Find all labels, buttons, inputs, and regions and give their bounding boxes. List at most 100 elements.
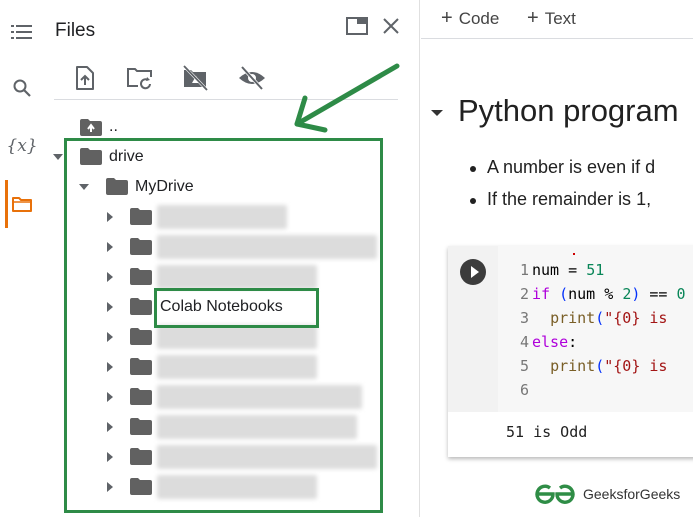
- tree-row-folder[interactable]: [44, 322, 379, 352]
- caret-down-icon[interactable]: [52, 151, 64, 163]
- line-number: 6: [519, 381, 529, 399]
- section-collapse-caret-icon[interactable]: [431, 110, 443, 116]
- upload-file-icon: [76, 66, 94, 90]
- files-toolbar: [54, 58, 398, 100]
- tree-label-folder: Colab Notebooks: [160, 298, 283, 315]
- files-button[interactable]: [0, 180, 44, 228]
- caret-right-icon[interactable]: [104, 391, 116, 403]
- geeksforgeeks-logo-icon: [535, 484, 575, 504]
- code-line: 5 print("{0} is: [498, 354, 668, 378]
- cell-gutter: [448, 246, 498, 412]
- code-token: 51: [586, 261, 605, 279]
- upload-file-button[interactable]: [69, 62, 101, 94]
- notebook-area: + Code + Text Python program A number is e…: [421, 0, 693, 517]
- plus-icon: +: [441, 7, 453, 29]
- watermark-text: GeeksforGeeks: [583, 486, 681, 502]
- add-text-button[interactable]: + Text: [527, 7, 576, 30]
- watermark: GeeksforGeeks: [534, 484, 680, 504]
- caret-right-icon[interactable]: [104, 421, 116, 433]
- tree-row-folder[interactable]: [44, 472, 379, 502]
- caret-right-icon[interactable]: [104, 361, 116, 373]
- tree-row-mydrive[interactable]: MyDrive: [44, 172, 379, 202]
- toggle-hidden-files-button[interactable]: [236, 62, 268, 94]
- code-editor[interactable]: 1 num = 51 2 if (num % 2) == 03 print("{0} …: [498, 246, 693, 412]
- folder-icon: [130, 298, 152, 315]
- code-token: (: [595, 309, 605, 327]
- tree-row-drive[interactable]: drive: [44, 142, 379, 172]
- list-icon: [11, 25, 32, 39]
- caret-right-icon[interactable]: [104, 211, 116, 223]
- section-heading: Python program: [458, 93, 679, 128]
- code-token: num %: [568, 285, 623, 303]
- code-line: 1 num = 51: [498, 258, 604, 282]
- redacted-folder-name: [157, 265, 317, 289]
- code-line: 4 else:: [498, 330, 577, 354]
- folder-icon: [130, 388, 152, 405]
- close-panel-button[interactable]: [378, 13, 404, 39]
- open-in-tab-button[interactable]: [344, 13, 370, 39]
- folder-up-icon: [80, 119, 102, 136]
- tree-row-folder[interactable]: [44, 232, 379, 262]
- tree-row-folder[interactable]: [44, 412, 379, 442]
- redacted-folder-name: [157, 445, 377, 469]
- code-token: print: [550, 309, 596, 327]
- run-cell-button[interactable]: [460, 259, 486, 285]
- tree-row-folder[interactable]: [44, 442, 379, 472]
- code-token: 0: [676, 285, 686, 303]
- folder-icon: [130, 358, 152, 375]
- caret-right-icon[interactable]: [104, 451, 116, 463]
- tree-row-folder[interactable]: [44, 352, 379, 382]
- line-number: 1: [519, 261, 529, 279]
- folder-icon: [12, 197, 32, 212]
- line-number: 4: [519, 333, 529, 351]
- code-token: print: [550, 357, 596, 375]
- plus-icon: +: [527, 7, 539, 29]
- refresh-button[interactable]: [124, 62, 156, 94]
- redacted-folder-name: [157, 205, 287, 229]
- add-code-button[interactable]: + Code: [441, 7, 499, 30]
- redacted-folder-name: [157, 475, 317, 499]
- tree-row-folder[interactable]: [44, 202, 379, 232]
- search-button[interactable]: [0, 68, 44, 108]
- close-icon: [383, 18, 399, 34]
- code-token: :: [568, 333, 578, 351]
- folder-icon: [130, 328, 152, 345]
- caret-right-icon[interactable]: [104, 271, 116, 283]
- unmount-drive-button[interactable]: [179, 62, 211, 94]
- code-cell[interactable]: 1 num = 51 2 if (num % 2) == 03 print("{0} …: [448, 246, 693, 457]
- caret-right-icon[interactable]: [104, 241, 116, 253]
- drive-off-icon: [182, 64, 209, 92]
- folder-icon: [130, 478, 152, 495]
- tree-row-folder[interactable]: [44, 262, 379, 292]
- variables-button[interactable]: {x}: [0, 126, 44, 166]
- bullet-list: A number is even if d If the remainder i…: [469, 157, 655, 221]
- folder-icon: [130, 208, 152, 225]
- window-icon: [346, 17, 368, 35]
- caret-right-icon[interactable]: [104, 481, 116, 493]
- redacted-folder-name: [157, 235, 377, 259]
- code-line: 2 if (num % 2) == 0: [498, 282, 686, 306]
- code-token: num =: [532, 261, 587, 279]
- files-panel-title: Files: [55, 20, 96, 41]
- caret-right-icon[interactable]: [104, 331, 116, 343]
- caret-right-icon[interactable]: [104, 301, 116, 313]
- line-number: 2: [519, 285, 529, 303]
- caret-down-icon[interactable]: [78, 181, 90, 193]
- tree-label-mydrive: MyDrive: [135, 178, 194, 195]
- tree-row-folder[interactable]: Colab Notebooks: [44, 292, 379, 322]
- add-text-label: Text: [544, 9, 576, 28]
- code-line: 6: [498, 378, 532, 402]
- code-token: (: [559, 285, 569, 303]
- line-number: 5: [519, 357, 529, 375]
- parent-directory-row[interactable]: ..: [44, 114, 379, 144]
- bullet-item: A number is even if d: [469, 157, 655, 189]
- notebook-toolbar: + Code + Text: [421, 0, 693, 39]
- tree-row-folder[interactable]: [44, 382, 379, 412]
- redacted-folder-name: [157, 385, 362, 409]
- code-token: (: [595, 357, 605, 375]
- folder-icon: [130, 238, 152, 255]
- code-token: 2: [622, 285, 632, 303]
- table-of-contents-button[interactable]: [0, 12, 44, 52]
